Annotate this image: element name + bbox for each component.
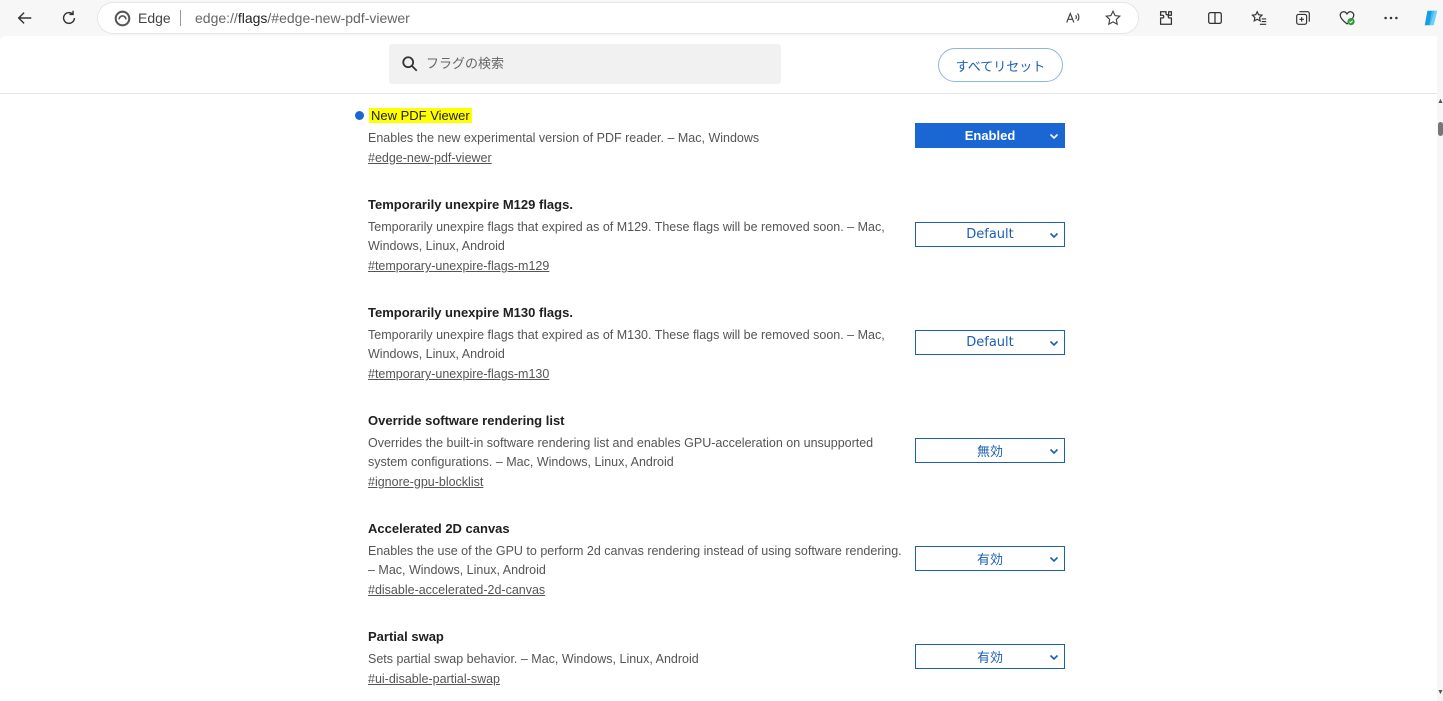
flag-state-select[interactable]: 有効 — [915, 644, 1065, 669]
flags-list: New PDF Viewer Enables the new experimen… — [0, 95, 1437, 701]
flag-description: Overrides the built-in software renderin… — [368, 436, 874, 469]
scroll-thumb[interactable] — [1438, 122, 1443, 136]
flag-title: Temporarily unexpire M129 flags. — [368, 197, 573, 212]
flag-anchor-link[interactable]: #ui-disable-partial-swap — [368, 672, 500, 686]
flag-anchor-link[interactable]: #temporary-unexpire-flags-m130 — [368, 367, 549, 381]
flag-state-value: Default — [966, 227, 1014, 242]
refresh-icon[interactable] — [54, 4, 84, 32]
flags-header: すべてリセット — [0, 36, 1437, 94]
more-options-icon[interactable] — [1376, 4, 1406, 32]
favorites-icon[interactable] — [1244, 4, 1274, 32]
flag-description: Enables the use of the GPU to perform 2d… — [368, 544, 902, 577]
flag-state-select[interactable]: Default — [915, 222, 1065, 247]
flags-page: すべてリセット New PDF Viewer Enables the new e… — [0, 36, 1437, 701]
flag-search-box[interactable] — [389, 44, 781, 84]
flag-state-value: 有効 — [976, 651, 1003, 666]
chevron-down-icon — [1049, 232, 1059, 239]
address-bar[interactable]: Edge edge://flags/#edge-new-pdf-viewer — [98, 3, 1138, 33]
flag-description: Enables the new experimental version of … — [368, 131, 760, 145]
flag-title: Accelerated 2D canvas — [368, 521, 510, 536]
collections-icon[interactable] — [1288, 4, 1318, 32]
site-label: Edge — [138, 10, 171, 26]
read-aloud-icon[interactable] — [1064, 9, 1082, 27]
split-screen-icon[interactable] — [1200, 4, 1230, 32]
flag-anchor-link[interactable]: #temporary-unexpire-flags-m129 — [368, 259, 549, 273]
flag-state-value: Enabled — [964, 128, 1016, 143]
flag-title: New PDF Viewer — [369, 108, 472, 123]
modified-indicator-dot — [355, 111, 364, 120]
extensions-icon[interactable] — [1151, 4, 1181, 32]
chevron-down-icon — [1049, 654, 1059, 661]
flag-anchor-link[interactable]: #edge-new-pdf-viewer — [368, 151, 492, 165]
flag-state-value: 有効 — [976, 553, 1003, 568]
flag-state-select[interactable]: 有効 — [915, 546, 1065, 571]
chevron-down-icon — [1049, 133, 1059, 140]
browser-essentials-icon[interactable] — [1332, 4, 1362, 32]
flag-description: Temporarily unexpire flags that expired … — [368, 220, 885, 253]
chevron-down-icon — [1049, 448, 1059, 455]
flag-anchor-link[interactable]: #ignore-gpu-blocklist — [368, 475, 483, 489]
page-scrollbar[interactable]: ▲ ▼ — [1437, 94, 1443, 701]
favorite-star-icon[interactable] — [1104, 9, 1122, 27]
scroll-down-arrow-icon[interactable]: ▼ — [1437, 689, 1443, 697]
copilot-icon[interactable] — [1418, 4, 1443, 32]
flag-title: Partial swap — [368, 629, 444, 644]
flag-state-value: Default — [966, 335, 1014, 350]
reset-all-button[interactable]: すべてリセット — [938, 48, 1063, 82]
flag-title: Override software rendering list — [368, 413, 565, 428]
flag-state-value: 無効 — [976, 445, 1003, 460]
chevron-down-icon — [1049, 556, 1059, 563]
address-separator — [180, 10, 181, 26]
chevron-down-icon — [1049, 340, 1059, 347]
flag-title: Temporarily unexpire M130 flags. — [368, 305, 573, 320]
scroll-up-arrow-icon[interactable]: ▲ — [1437, 98, 1443, 106]
edge-logo-icon — [114, 10, 131, 27]
flag-anchor-link[interactable]: #disable-accelerated-2d-canvas — [368, 583, 545, 597]
flag-description: Sets partial swap behavior. – Mac, Windo… — [368, 652, 699, 666]
flag-state-select[interactable]: Enabled — [915, 123, 1065, 148]
url-text[interactable]: edge://flags/#edge-new-pdf-viewer — [195, 10, 410, 26]
flag-state-select[interactable]: 無効 — [915, 438, 1065, 463]
browser-toolbar: Edge edge://flags/#edge-new-pdf-viewer — [0, 0, 1443, 36]
flag-state-select[interactable]: Default — [915, 330, 1065, 355]
back-arrow-icon[interactable] — [10, 4, 40, 32]
search-icon — [402, 56, 418, 72]
flag-description: Temporarily unexpire flags that expired … — [368, 328, 885, 361]
search-input[interactable] — [426, 44, 766, 84]
